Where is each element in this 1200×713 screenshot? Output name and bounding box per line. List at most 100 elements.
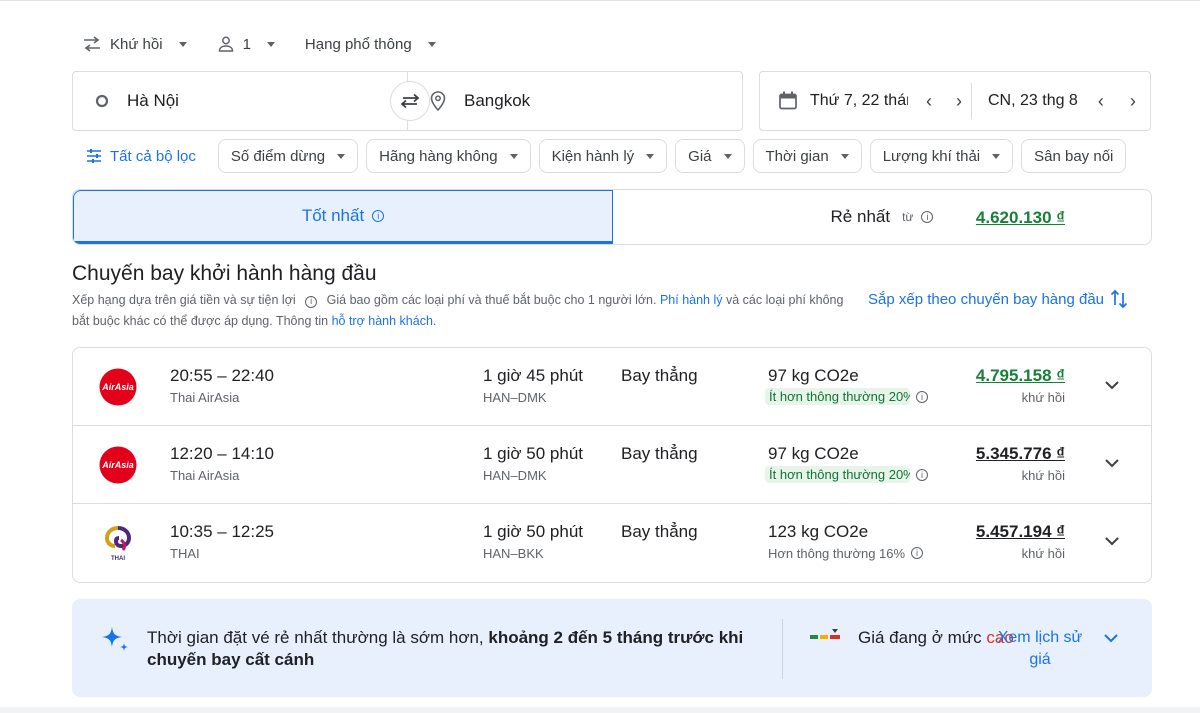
flight-emissions: 97 kg CO2e xyxy=(768,366,859,385)
cheapest-price: 4.620.130 ₫ xyxy=(975,208,1065,227)
trip-type: khứ hồi xyxy=(1021,390,1065,405)
caret-down-icon xyxy=(723,153,732,159)
swap-route-button[interactable] xyxy=(390,81,430,121)
all-filters-button[interactable]: Tất cả bộ lọc xyxy=(72,139,210,173)
emissions-badge: Ít hơn thông thường 20% xyxy=(765,388,910,405)
filter-times[interactable]: Thời gian xyxy=(752,139,862,173)
caret-down-icon xyxy=(266,41,275,47)
expand-chevron-icon[interactable] xyxy=(1103,376,1121,394)
baggage-fees-link[interactable]: Phí hành lý xyxy=(660,293,723,307)
tip-plain: Thời gian đặt vé rẻ nhất thường là sớm h… xyxy=(147,628,484,647)
sort-label: Sắp xếp theo chuyến bay hàng đầu xyxy=(868,290,1105,308)
info-icon[interactable]: i xyxy=(916,391,928,403)
chip-label: Lượng khí thải xyxy=(882,147,981,165)
prev-date-icon[interactable]: ‹ xyxy=(926,91,932,112)
airasia-logo-text: AirAsia xyxy=(101,460,134,470)
caret-down-icon xyxy=(427,41,436,47)
next-date-icon[interactable]: › xyxy=(956,91,962,112)
price-history-link[interactable]: Xem lịch sử giá xyxy=(992,627,1088,671)
expand-chevron-icon[interactable] xyxy=(1103,454,1121,472)
info-icon[interactable]: i xyxy=(916,469,928,481)
chip-label: Hãng hàng không xyxy=(379,147,498,165)
tab-best[interactable]: Tốt nhất i xyxy=(73,190,613,244)
divider xyxy=(782,619,783,679)
date-picker-box: Thứ 7, 22 tháng 7 ‹ › CN, 23 thg 8 ‹ › xyxy=(759,71,1151,131)
period: . xyxy=(432,314,437,328)
price-value: 4.795.158 ₫ xyxy=(975,366,1065,385)
tip-text: Thời gian đặt vé rẻ nhất thường là sớm h… xyxy=(147,627,767,671)
tab-cheapest[interactable]: Rẻ nhất từ 4.620.130 ₫ i xyxy=(613,190,1151,244)
info-icon[interactable]: i xyxy=(911,547,923,559)
airasia-logo: AirAsia xyxy=(99,446,137,484)
trip-options-row: Khứ hồi 1 Hạng phổ thông xyxy=(82,31,466,57)
flight-row[interactable]: AirAsia 12:20 – 14:10 Thai AirAsia 1 giờ… xyxy=(73,426,1151,504)
emissions-note: Hơn thông thường 16% xyxy=(768,546,906,561)
trip-type-label: Khứ hồi xyxy=(110,35,163,53)
filter-baggage[interactable]: Kiện hành lý xyxy=(538,139,668,173)
filter-bar: Tất cả bộ lọc Số điểm dừng Hãng hàng khô… xyxy=(72,139,1152,173)
airline-name: Thai AirAsia xyxy=(170,390,240,405)
swap-icon xyxy=(400,93,420,109)
cabin-class-label: Hạng phổ thông xyxy=(304,35,412,53)
flight-price: 5.457.194 ₫ xyxy=(976,522,1065,542)
tune-icon xyxy=(87,149,101,163)
flight-row[interactable]: THAI 10:35 – 12:25 THAI 1 giờ 50 phút HA… xyxy=(73,504,1151,582)
caret-down-icon xyxy=(992,153,1001,159)
chip-label: Số điểm dừng xyxy=(230,147,326,165)
all-filters-label: Tất cả bộ lọc xyxy=(110,147,196,165)
depart-date-value: Thứ 7, 22 tháng 7 xyxy=(810,92,908,109)
origin-circle-icon xyxy=(95,94,109,108)
booking-tip-banner: Thời gian đặt vé rẻ nhất thường là sớm h… xyxy=(72,599,1152,697)
ranking-note: Xếp hạng dựa trên giá tiền và sự tiện lợ… xyxy=(72,293,296,307)
trip-type: khứ hồi xyxy=(1021,546,1065,561)
flight-route: HAN–BKK xyxy=(483,546,544,561)
filter-airlines[interactable]: Hãng hàng không xyxy=(366,139,531,173)
origin-field[interactable]: Hà Nội xyxy=(73,72,407,130)
expand-chevron-icon[interactable] xyxy=(1102,629,1120,647)
airasia-logo-text: AirAsia xyxy=(101,382,134,392)
cabin-class-select[interactable]: Hạng phổ thông xyxy=(305,31,436,57)
chip-label: Giá xyxy=(688,147,712,165)
thai-logo-text: THAI xyxy=(111,556,125,562)
sort-arrows-icon xyxy=(1110,289,1128,309)
flight-row[interactable]: AirAsia 20:55 – 22:40 Thai AirAsia 1 giờ… xyxy=(73,348,1151,426)
info-icon[interactable]: i xyxy=(372,210,385,222)
tab-cheapest-label: Rẻ nhất xyxy=(830,207,891,226)
caret-down-icon xyxy=(178,41,187,47)
flight-emissions: 97 kg CO2e xyxy=(768,444,859,463)
prev-date-icon[interactable]: ‹ xyxy=(1098,91,1104,112)
info-icon[interactable]: i xyxy=(305,295,318,308)
chip-label: Sân bay nối xyxy=(1034,147,1114,165)
passenger-assistance-link[interactable]: hỗ trợ hành khách xyxy=(332,314,433,328)
filter-emissions[interactable]: Lượng khí thải xyxy=(869,139,1014,173)
caret-down-icon xyxy=(337,153,346,159)
filter-connecting-airports[interactable]: Sân bay nối xyxy=(1021,139,1127,173)
depart-date-field[interactable]: Thứ 7, 22 tháng 7 ‹ › xyxy=(760,83,972,119)
flight-duration: 1 giờ 45 phút xyxy=(483,366,583,385)
origin-value: Hà Nội xyxy=(127,91,179,110)
trip-type-select[interactable]: Khứ hồi xyxy=(82,31,187,57)
swap-arrows-icon xyxy=(84,36,100,52)
location-pin-icon xyxy=(430,91,446,111)
sort-tabs: Tốt nhất i Rẻ nhất từ 4.620.130 ₫ i xyxy=(72,189,1152,245)
destination-field[interactable]: Bangkok xyxy=(407,72,742,130)
next-date-icon[interactable]: › xyxy=(1130,91,1136,112)
return-date-field[interactable]: CN, 23 thg 8 ‹ › xyxy=(972,72,1142,130)
flight-stops: Bay thẳng xyxy=(621,444,698,463)
flight-times: 10:35 – 12:25 xyxy=(170,522,274,541)
flight-times: 20:55 – 22:40 xyxy=(170,366,274,385)
calendar-icon xyxy=(779,91,797,110)
passenger-select[interactable]: 1 xyxy=(217,31,275,57)
info-icon[interactable]: i xyxy=(921,211,934,223)
flight-route: HAN–DMK xyxy=(483,468,547,483)
trip-type: khứ hồi xyxy=(1021,468,1065,483)
chip-label: Kiện hành lý xyxy=(551,147,635,165)
sort-button[interactable]: Sắp xếp theo chuyến bay hàng đầu xyxy=(868,289,1128,309)
filter-price[interactable]: Giá xyxy=(675,139,745,173)
caret-down-icon xyxy=(509,153,518,159)
flight-route: HAN–DMK xyxy=(483,390,547,405)
filter-stops[interactable]: Số điểm dừng xyxy=(217,139,359,173)
expand-chevron-icon[interactable] xyxy=(1103,532,1121,550)
flight-results-list: AirAsia 20:55 – 22:40 Thai AirAsia 1 giờ… xyxy=(72,347,1152,583)
price-note: Giá bao gồm các loại phí và thuế bắt buộ… xyxy=(326,293,657,307)
